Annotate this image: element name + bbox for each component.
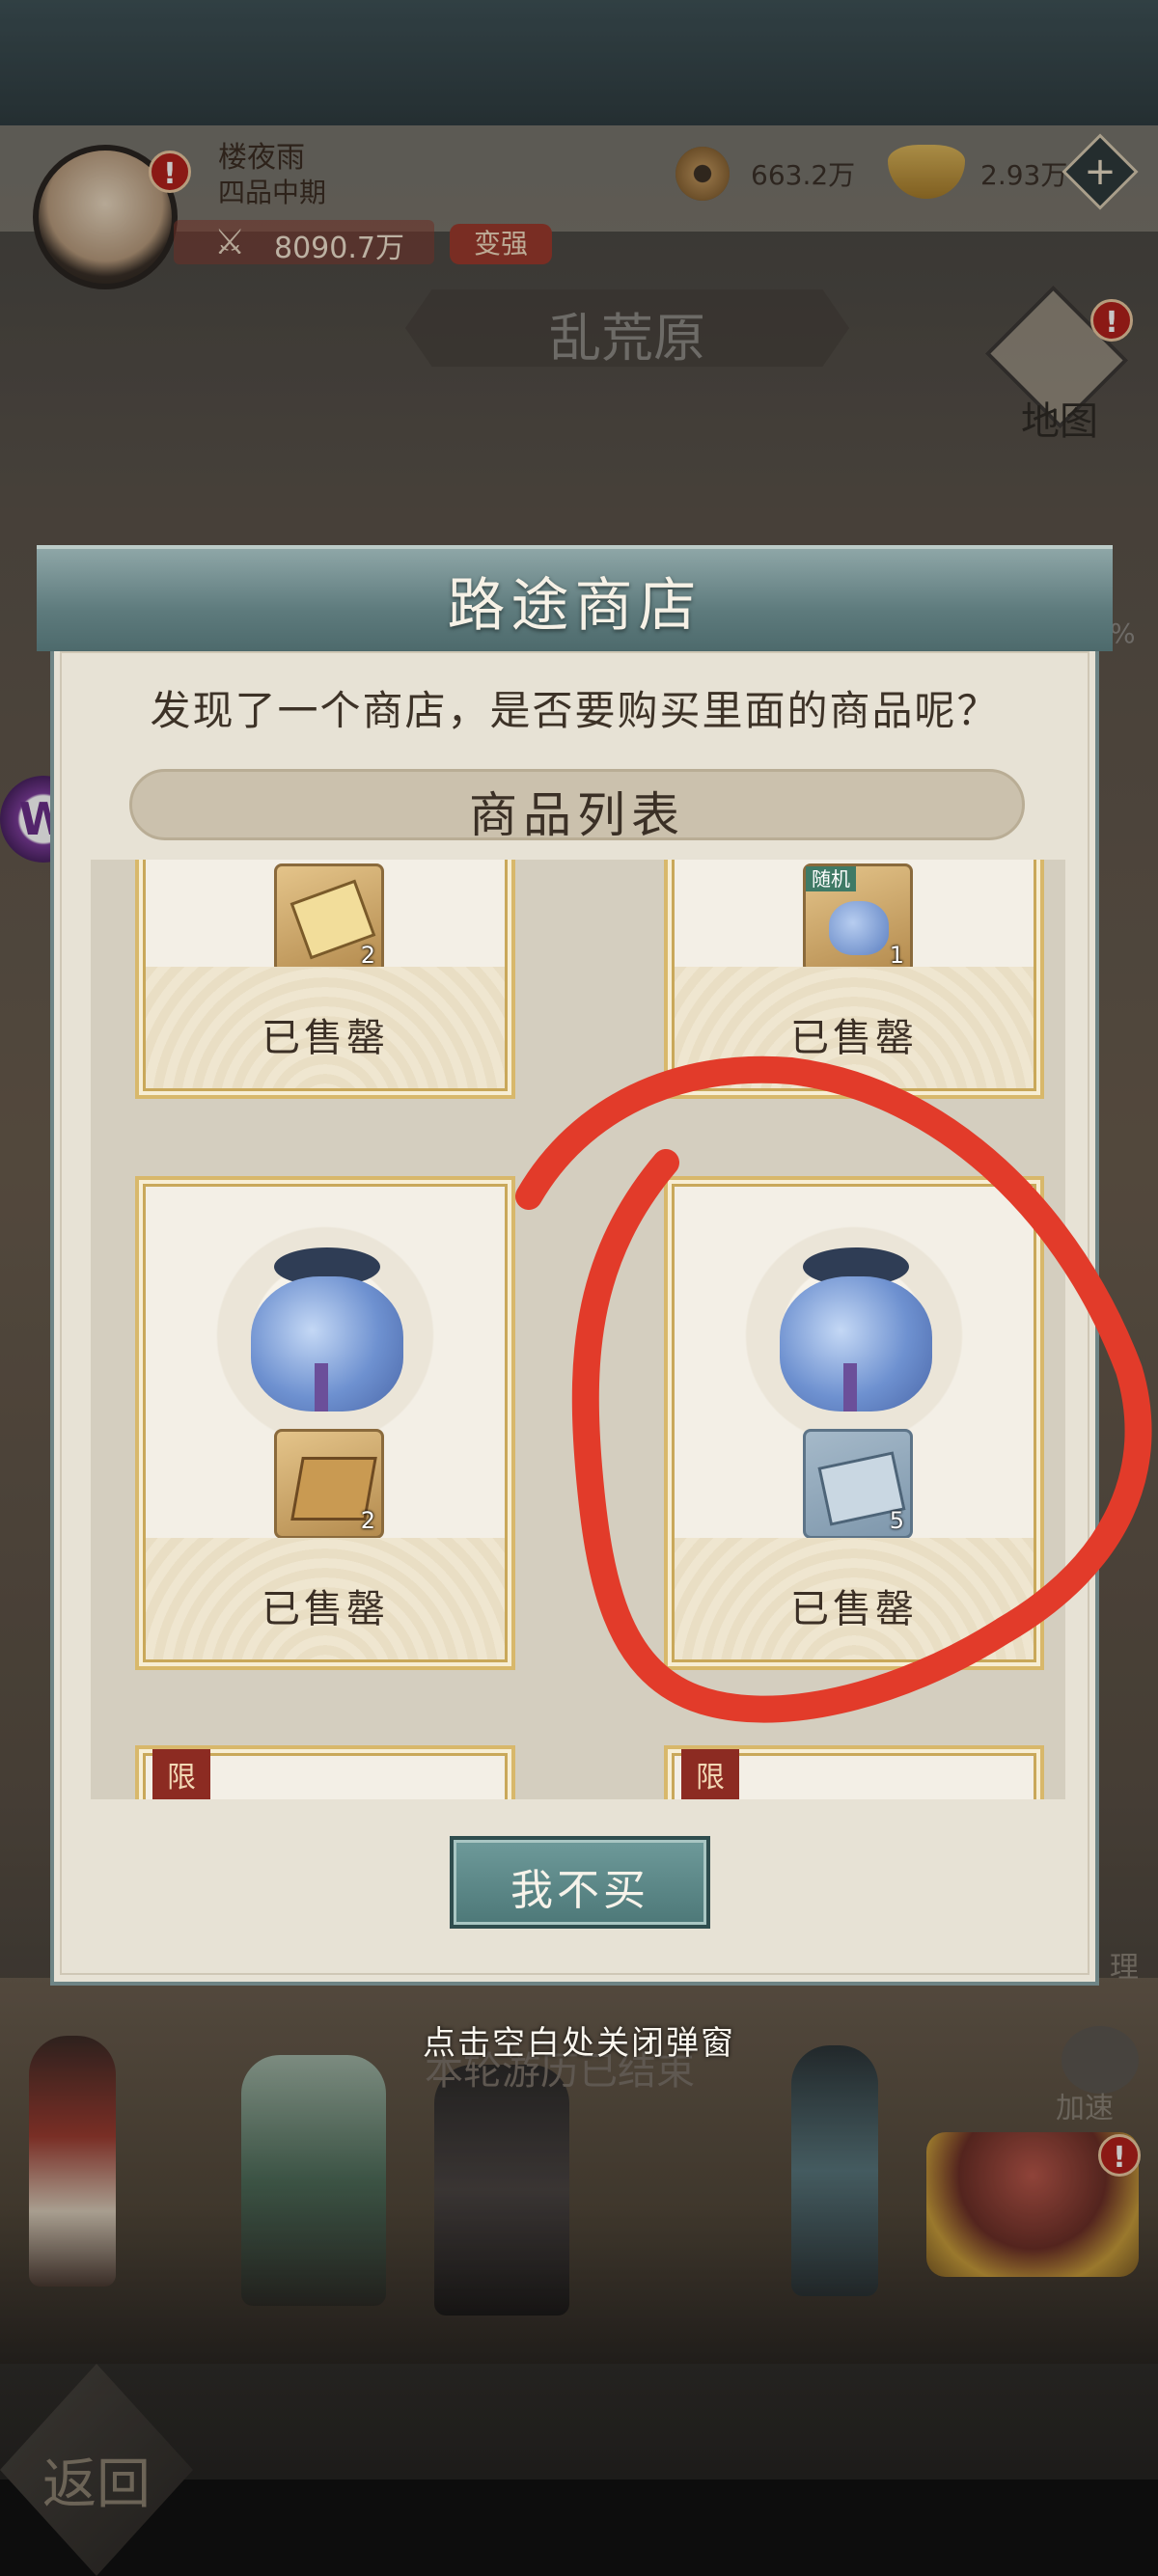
limited-tag: 限 (681, 1749, 739, 1799)
shop-item-card[interactable]: 2 已售罄 (135, 860, 515, 1099)
limited-tag: 限 (152, 1749, 210, 1799)
sold-out-label: 已售罄 (790, 1587, 918, 1631)
shop-prompt-text: 发现了一个商店，是否要购买里面的商品呢？ (150, 687, 1000, 734)
blue-lucky-bag-icon (774, 1247, 938, 1411)
manual-item-icon: 5 (803, 1429, 913, 1539)
shop-item-card[interactable]: 限 (135, 1745, 515, 1799)
modal-title: 路途商店 (447, 572, 703, 640)
decline-button-label[interactable]: 我不买 (450, 1855, 710, 1917)
scroll-item-icon: 2 (274, 863, 384, 973)
item-quantity: 1 (889, 942, 904, 969)
shop-item-card[interactable]: 限 (664, 1745, 1044, 1799)
bag-icon (829, 901, 889, 955)
sold-out-label: 已售罄 (790, 1016, 918, 1060)
book-item-icon: 2 (274, 1429, 384, 1539)
shop-item-card[interactable]: 随机 1 已售罄 (664, 860, 1044, 1099)
road-shop-modal: 路途商店 发现了一个商店，是否要购买里面的商品呢？ 商品列表 2 已售罄 随机 … (37, 545, 1113, 1989)
random-bag-item-icon: 随机 1 (803, 863, 913, 973)
blue-lucky-bag-icon (245, 1247, 409, 1411)
item-list-title: 商品列表 (469, 787, 685, 843)
random-tag: 随机 (806, 866, 856, 891)
item-quantity: 2 (360, 1507, 375, 1534)
shop-item-card[interactable]: 2 已售罄 (135, 1176, 515, 1670)
sold-out-label: 已售罄 (262, 1016, 389, 1060)
shop-item-card[interactable]: 5 已售罄 (664, 1176, 1044, 1670)
sold-out-label: 已售罄 (262, 1587, 389, 1631)
item-grid[interactable]: 2 已售罄 随机 1 已售罄 2 已售罄 5 已售罄 限 限 (91, 860, 1065, 1799)
item-quantity: 2 (360, 942, 375, 969)
item-quantity: 5 (889, 1507, 904, 1534)
close-popup-hint: 点击空白处关闭弹窗 (423, 2024, 735, 2063)
